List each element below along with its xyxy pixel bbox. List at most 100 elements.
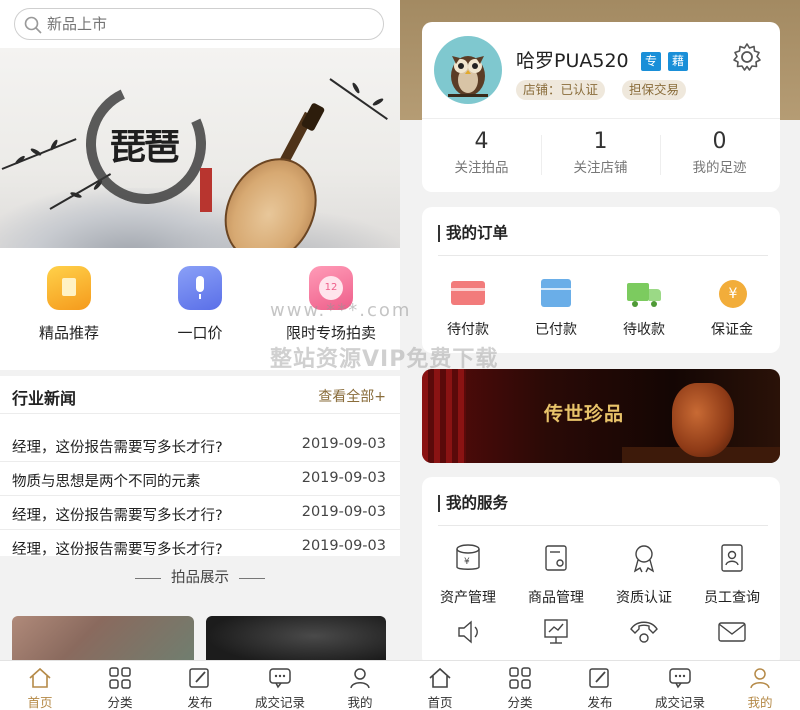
tab-category[interactable]: 分类	[80, 661, 160, 710]
tab-label: 成交记录	[254, 695, 305, 710]
banner-leaf	[371, 97, 385, 107]
news-item-date: 2019-09-03	[301, 436, 386, 452]
owl-icon	[448, 56, 488, 97]
quick-item-recommend[interactable]: 精品推荐	[14, 266, 124, 343]
stat-value: 0	[712, 129, 727, 154]
wallet-icon: ¥	[456, 544, 480, 570]
watermark-url: www.***.com	[270, 300, 412, 321]
tab-label: 分类	[107, 695, 133, 710]
service-goods-management[interactable]: 商品管理	[512, 543, 600, 607]
service-label: 资质认证	[616, 590, 672, 606]
search-input[interactable]	[47, 9, 367, 39]
gear-icon[interactable]	[732, 42, 762, 72]
watermark-text: 整站资源VIP免费下载	[270, 347, 499, 372]
service-item[interactable]	[600, 617, 688, 661]
service-qualification[interactable]: 资质认证	[600, 543, 688, 607]
service-item[interactable]	[688, 617, 776, 661]
promo-banner[interactable]: 传世珍品	[422, 369, 780, 463]
quick-item-label: 限时专场拍卖	[285, 324, 376, 342]
lot-card[interactable]	[12, 616, 194, 666]
home-icon	[29, 667, 51, 688]
chat-icon	[269, 668, 291, 689]
quick-item-label: 精品推荐	[38, 324, 99, 342]
orders-title: 我的订单	[438, 225, 508, 242]
search-icon	[24, 16, 42, 34]
service-label: 员工查询	[704, 590, 760, 606]
news-item-title: 经理，这份报告需要写多长才行?	[12, 508, 223, 524]
news-item[interactable]: 经理，这份报告需要写多长才行? 2019-09-03	[0, 428, 400, 462]
order-pending-receipt[interactable]: 待收款	[600, 279, 688, 339]
curtain-decoration	[422, 369, 466, 463]
stat-label: 关注拍品	[454, 160, 509, 176]
stat-footprints[interactable]: 0 我的足迹	[660, 129, 779, 176]
tab-label: 首页	[427, 695, 453, 710]
divider	[438, 525, 768, 526]
service-asset-management[interactable]: ¥ 资产管理	[424, 543, 512, 607]
news-view-all-link[interactable]: 查看全部+	[318, 386, 386, 406]
tab-publish[interactable]: 发布	[560, 661, 640, 710]
tab-deal-records[interactable]: 成交记录	[240, 661, 320, 710]
tab-label: 分类	[507, 695, 533, 710]
search-bar	[0, 0, 400, 48]
service-item[interactable]	[424, 617, 512, 661]
tab-category[interactable]: 分类	[480, 661, 560, 710]
stat-label: 关注店铺	[573, 160, 628, 176]
tab-publish[interactable]: 发布	[160, 661, 240, 710]
lot-card[interactable]	[206, 616, 386, 666]
guarantee-tag: 担保交易	[622, 80, 687, 100]
card-icon	[451, 279, 485, 309]
orders-panel: 我的订单 待付款 已付款 待收款 ¥ 保证金	[422, 207, 780, 353]
divider	[239, 577, 265, 579]
search-box[interactable]	[14, 8, 384, 40]
stats-row: 4 关注拍品 1 关注店铺 0 我的足迹	[422, 118, 780, 192]
tab-home[interactable]: 首页	[400, 661, 480, 710]
speaker-icon	[458, 620, 478, 644]
quick-item-fixed-price[interactable]: 一口价	[145, 266, 255, 343]
quick-item-label: 一口价	[177, 324, 223, 342]
news-item-title: 物质与思想是两个不同的元素	[12, 474, 201, 490]
news-item[interactable]: 物质与思想是两个不同的元素 2019-09-03	[0, 462, 400, 496]
banner-title: 琵琶	[110, 126, 180, 168]
service-item[interactable]	[512, 617, 600, 661]
showcase-header: 拍品展示	[0, 566, 400, 596]
id-card-icon	[721, 544, 743, 572]
tab-label: 我的	[347, 695, 373, 710]
tab-mine[interactable]: 我的	[720, 661, 800, 710]
user-icon	[750, 668, 770, 689]
order-pending-payment[interactable]: 待付款	[424, 279, 512, 339]
news-item[interactable]: 经理，这份报告需要写多长才行? 2019-09-03	[0, 530, 400, 556]
ribbon-icon	[633, 545, 655, 573]
box-icon	[539, 279, 573, 309]
truck-icon	[627, 279, 661, 309]
store-status-tag: 店铺：已认证	[516, 80, 606, 100]
tab-deal-records[interactable]: 成交记录	[640, 661, 720, 710]
order-label: 待收款	[623, 322, 665, 338]
service-staff-query[interactable]: 员工查询	[688, 543, 776, 607]
news-title: 行业新闻	[12, 389, 77, 408]
news-item[interactable]: 经理，这份报告需要写多长才行? 2019-09-03	[0, 496, 400, 530]
chart-icon	[544, 619, 568, 644]
stat-followed-lots[interactable]: 4 关注拍品	[422, 129, 541, 176]
bottom-tab-bar: 首页 分类 发布 成交记录 我的	[400, 660, 800, 710]
tab-mine[interactable]: 我的	[320, 661, 400, 710]
tab-home[interactable]: 首页	[0, 661, 80, 710]
grid-icon	[109, 667, 131, 689]
industry-news: 行业新闻 查看全部+ 经理，这份报告需要写多长才行? 2019-09-03 物质…	[0, 376, 400, 556]
services-title: 我的服务	[438, 495, 508, 512]
screen-pair: 琵琶 精品推荐 一口价 12	[0, 0, 800, 710]
stat-label: 我的足迹	[692, 160, 747, 176]
tab-label: 成交记录	[654, 695, 705, 710]
divider	[438, 255, 768, 256]
order-paid[interactable]: 已付款	[512, 279, 600, 339]
order-deposit[interactable]: ¥ 保证金	[688, 279, 776, 339]
svg-text:¥: ¥	[464, 557, 470, 567]
vase-image	[672, 383, 734, 457]
avatar[interactable]	[434, 36, 502, 104]
tab-label: 首页	[27, 695, 53, 710]
order-label: 待付款	[447, 322, 489, 338]
hero-banner[interactable]: 琵琶	[0, 48, 400, 248]
coin-icon: ¥	[715, 279, 749, 309]
bottom-tab-bar: 首页 分类 发布 成交记录 我的	[0, 660, 400, 710]
goods-icon	[545, 545, 567, 571]
stat-followed-stores[interactable]: 1 关注店铺	[541, 129, 660, 176]
